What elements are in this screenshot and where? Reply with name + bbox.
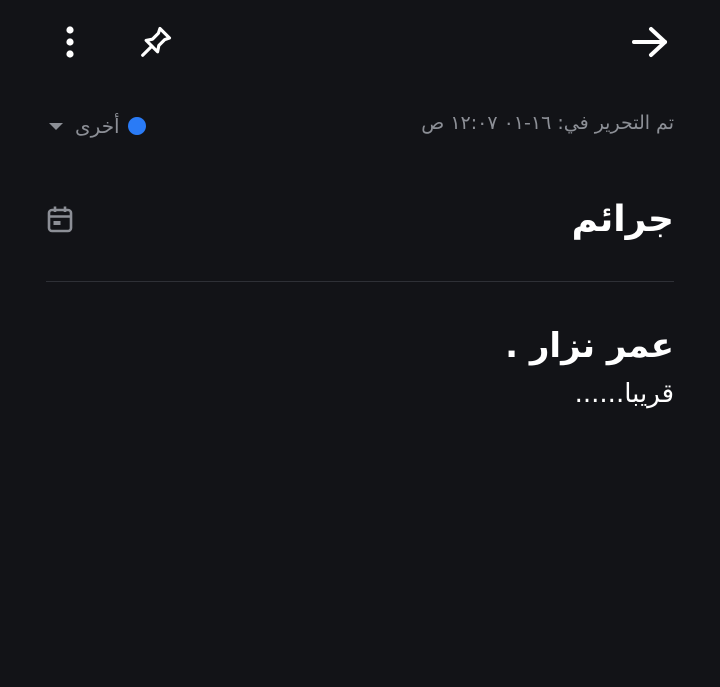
caret-down-icon (49, 122, 63, 130)
note-body-line-2: قريبا...... (574, 379, 674, 409)
category-label: أخرى (75, 114, 120, 138)
calendar-icon (47, 206, 73, 233)
title-divider (46, 281, 674, 282)
note-title[interactable]: جرائم (572, 190, 674, 250)
category-color-dot (127, 117, 146, 135)
reminder-button[interactable] (46, 204, 74, 234)
pin-button[interactable] (132, 18, 180, 66)
pin-icon (141, 26, 172, 57)
top-toolbar (0, 0, 720, 84)
title-row: جرائم (46, 190, 674, 254)
note-body-line-1: عمر نزار . (505, 326, 674, 366)
note-body[interactable]: عمر نزار . قريبا...... (46, 318, 674, 618)
more-vertical-icon (66, 26, 74, 58)
note-meta-row: أخرى تم التحرير في: ١٦-٠١ ١٢:٠٧ ص (46, 106, 674, 146)
edited-timestamp: تم التحرير في: ١٦-٠١ ١٢:٠٧ ص (421, 112, 674, 134)
back-button[interactable] (626, 18, 674, 66)
more-options-button[interactable] (46, 18, 94, 66)
category-selector[interactable]: أخرى (46, 110, 146, 142)
arrow-right-icon (632, 27, 667, 57)
